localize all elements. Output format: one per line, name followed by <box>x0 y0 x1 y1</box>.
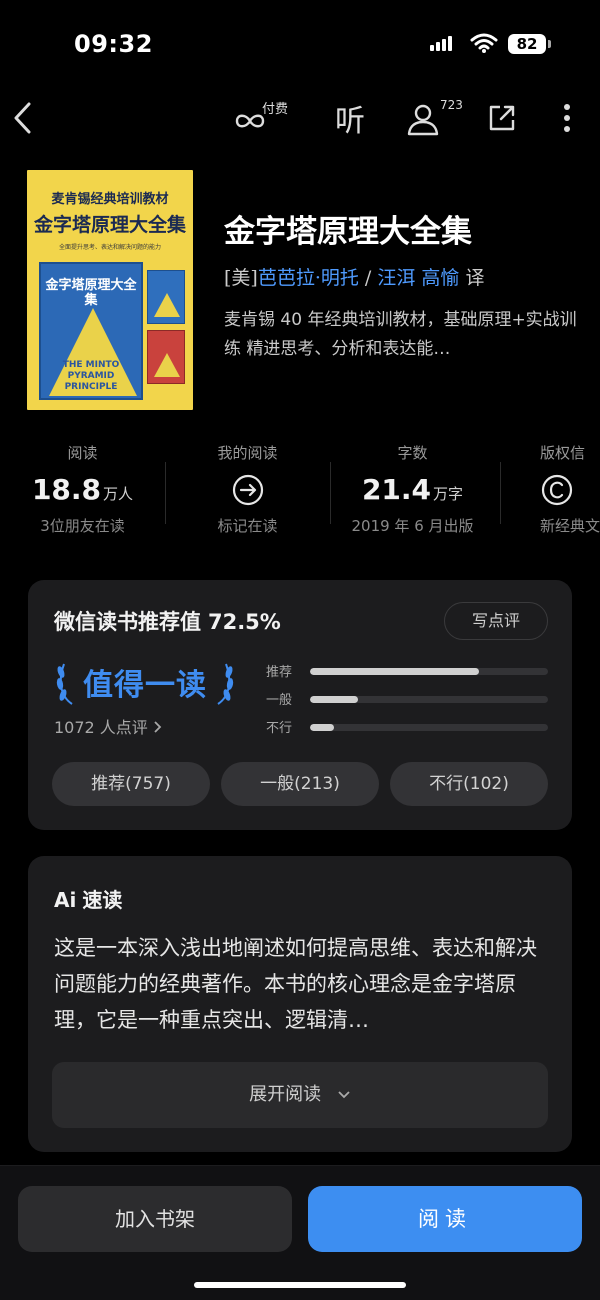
review-count-link[interactable]: 1072 人点评 <box>54 714 163 738</box>
stat-readers[interactable]: 阅读 18.8 万人 3位朋友在读 <box>0 440 165 538</box>
book-title: 金字塔原理大全集 <box>224 214 472 250</box>
book-stats: 阅读 18.8 万人 3位朋友在读 我的阅读 标记在读 字数 21.4 万字 201… <box>0 440 600 550</box>
translate-suffix: 译 <box>459 267 485 289</box>
translator-link[interactable]: 汪洱 高愉 <box>377 267 459 289</box>
rating-bar-fill <box>310 724 334 731</box>
cover-book-illustration: 金字塔原理大全集 THE MINTO PYRAMID PRINCIPLE <box>39 262 143 400</box>
ai-quick-read-card: Ai 速读 这是一本深入浅出地阐述如何提高思维、表达和解决问题能力的经典著作。本书… <box>28 856 572 1152</box>
stat-label: 版权信 <box>540 444 586 462</box>
back-button[interactable] <box>6 90 40 146</box>
author-prefix: [美] <box>224 267 258 289</box>
rating-buttons: 推荐(757) 一般(213) 不行(102) <box>52 762 548 806</box>
mark-reading-icon <box>165 466 330 514</box>
more-vertical-icon <box>564 104 570 132</box>
rating-bar-label: 不行 <box>266 721 293 736</box>
readers-button[interactable]: 723 <box>404 90 466 146</box>
paid-button[interactable]: 付费 <box>232 90 294 146</box>
rate-recommend-button[interactable]: 推荐(757) <box>52 762 210 806</box>
wifi-icon <box>470 32 498 58</box>
stat-value: 21.4 万字 <box>361 473 464 506</box>
stat-label: 字数 <box>397 444 428 462</box>
book-description[interactable]: 麦肯锡 40 年经典培训教材，基础原理+实战训练 精进思考、分析和表达能… <box>224 306 584 364</box>
rating-bar-average: 一般 <box>266 686 550 714</box>
worth-reading-badge: 值得一读 <box>50 654 240 710</box>
recommendation-card: 微信读书推荐值 72.5% 写点评 值得一读 1072 人点评 推荐 一般 不行… <box>28 580 572 830</box>
cover-small-book-red <box>147 330 185 384</box>
ai-icon: Ai <box>54 888 77 912</box>
ai-quick-read-title: Ai 速读 <box>54 888 123 912</box>
chevron-down-icon <box>338 1091 350 1099</box>
book-authors: [美]芭芭拉·明托 / 汪洱 高愉 译 <box>224 263 484 290</box>
cover-tagline: 全面提升思考、表达和解决问题的能力 <box>58 244 161 251</box>
rate-average-button[interactable]: 一般(213) <box>221 762 379 806</box>
stat-my-reading[interactable]: 我的阅读 标记在读 <box>165 440 330 538</box>
ai-summary-text: 这是一本深入浅出地阐述如何提高思维、表达和解决问题能力的经典著作。本书的核心理念… <box>54 936 537 1032</box>
cover-small-book-blue <box>147 270 185 324</box>
recommendation-title: 微信读书推荐值 72.5% <box>54 610 281 634</box>
readers-count: 723 <box>440 98 463 112</box>
badge-text: 值得一读 <box>83 668 207 703</box>
author-link[interactable]: 芭芭拉·明托 <box>258 267 359 289</box>
stat-copyright[interactable]: 版权信 新经典文 <box>500 440 600 538</box>
top-toolbar: 付费 听 723 <box>0 90 600 146</box>
status-time: 09:32 <box>74 30 153 58</box>
home-indicator[interactable] <box>194 1282 406 1288</box>
write-review-button[interactable]: 写点评 <box>444 602 548 640</box>
book-cover[interactable]: 麦肯锡经典培训教材 金字塔原理大全集 全面提升思考、表达和解决问题的能力 金字塔… <box>27 170 193 410</box>
battery-icon: 82 <box>508 34 551 54</box>
rating-bars: 推荐 一般 不行 <box>266 658 550 742</box>
recommendation-score: 72.5% <box>207 610 281 634</box>
stat-word-count[interactable]: 字数 21.4 万字 2019 年 6 月出版 <box>330 440 495 538</box>
cover-book-title: 金字塔原理大全集 <box>45 278 137 308</box>
paid-label: 付费 <box>262 102 289 117</box>
author-separator: / <box>358 267 378 289</box>
stat-sub: 2019 年 6 月出版 <box>351 517 474 535</box>
read-button[interactable]: 阅读 <box>308 1186 582 1252</box>
stat-sub: 新经典文 <box>540 517 600 535</box>
rate-poor-button[interactable]: 不行(102) <box>390 762 548 806</box>
laurel-right-icon <box>217 663 234 705</box>
stat-sub: 标记在读 <box>217 517 278 535</box>
cover-top-line: 麦肯锡经典培训教材 <box>51 192 169 207</box>
rating-bar-label: 推荐 <box>266 665 293 680</box>
cover-title: 金字塔原理大全集 <box>33 214 186 236</box>
copyright-icon <box>540 466 600 514</box>
cover-english-title: THE MINTO PYRAMID PRINCIPLE <box>62 360 120 392</box>
chevron-left-icon <box>14 102 31 134</box>
share-icon <box>489 105 515 131</box>
more-button[interactable] <box>552 90 582 146</box>
stat-label: 我的阅读 <box>217 444 278 462</box>
stat-label: 阅读 <box>67 444 98 462</box>
expand-reading-button[interactable]: 展开阅读 <box>52 1062 548 1128</box>
rating-bar-fill <box>310 668 479 675</box>
rating-bar-poor: 不行 <box>266 714 550 742</box>
laurel-left-icon <box>56 663 73 705</box>
bottom-action-bar: 加入书架 阅读 <box>0 1165 600 1300</box>
status-bar: 09:32 82 <box>0 0 600 88</box>
add-to-shelf-button[interactable]: 加入书架 <box>18 1186 292 1252</box>
chevron-right-icon <box>154 721 162 733</box>
share-button[interactable] <box>484 90 520 146</box>
stat-sub: 3位朋友在读 <box>40 517 125 535</box>
rating-bar-label: 一般 <box>266 693 293 708</box>
cellular-signal-icon <box>430 36 452 51</box>
listen-button[interactable]: 听 <box>330 90 370 146</box>
rating-bar-recommend: 推荐 <box>266 658 550 686</box>
person-icon <box>407 104 439 136</box>
stat-value: 18.8 万人 <box>31 473 134 506</box>
rating-bar-fill <box>310 696 358 703</box>
